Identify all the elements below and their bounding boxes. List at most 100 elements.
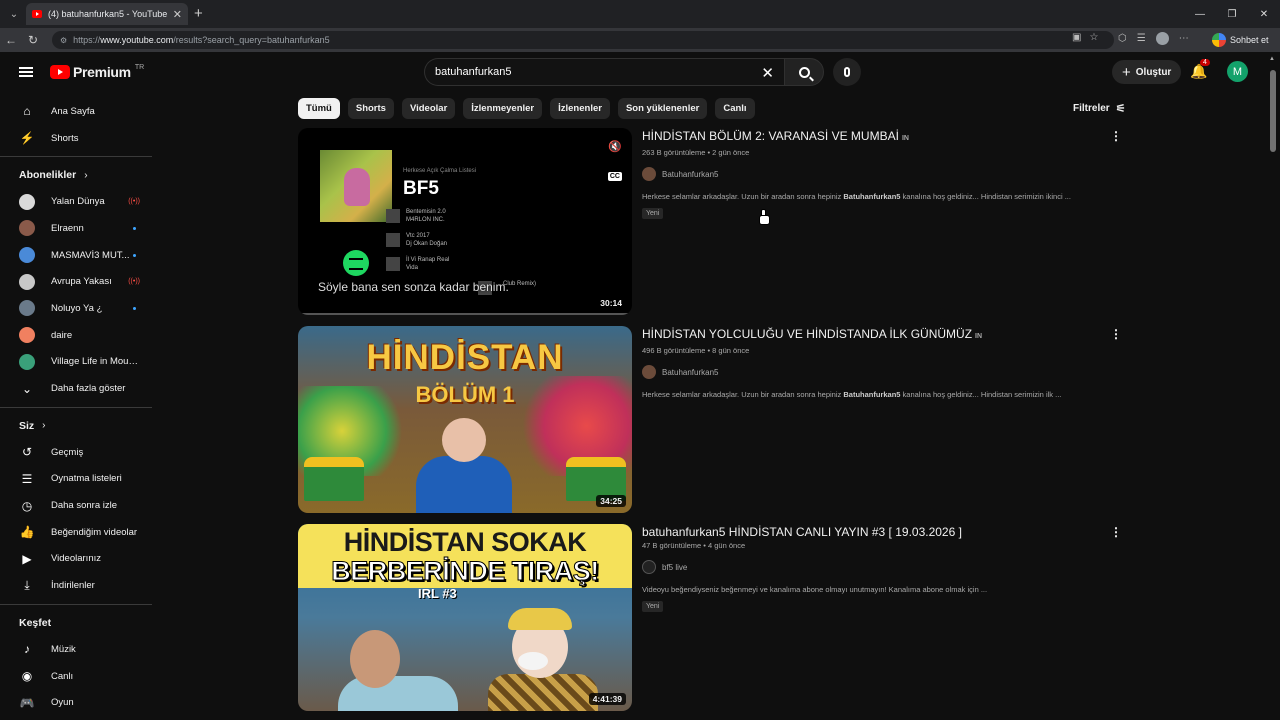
sidebar-sub-item[interactable]: MASMAVİ3 MUT... xyxy=(0,242,160,269)
chip-all[interactable]: Tümü xyxy=(298,98,340,119)
more-actions-icon[interactable]: ⋮ xyxy=(1110,327,1122,341)
spotify-icon xyxy=(343,250,369,276)
sidebar-item-home[interactable]: ⌂ Ana Sayfa xyxy=(0,98,160,125)
copilot-icon xyxy=(1212,33,1226,47)
sidebar-item-liked[interactable]: 👍 Beğendiğim videolar xyxy=(0,519,160,546)
chip-live[interactable]: Canlı xyxy=(715,98,755,119)
video-title-link[interactable]: HİNDİSTAN YOLCULUĞU VE HİNDİSTANDA İLK G… xyxy=(642,326,1112,345)
browser-tab[interactable]: (4) batuhanfurkan5 - YouTube ✕ xyxy=(26,3,188,25)
chip-unwatched[interactable]: İzlenmeyenler xyxy=(463,98,543,119)
chip-videos[interactable]: Videolar xyxy=(401,98,456,119)
mute-icon[interactable]: 🔇 xyxy=(608,140,622,153)
sidebar-sub-item[interactable]: Avrupa Yakası ((•)) xyxy=(0,268,160,295)
youtube-favicon-icon xyxy=(32,10,42,18)
description-highlight: Batuhanfurkan5 xyxy=(843,192,901,201)
filters-button[interactable]: Filtreler ⚟ xyxy=(1073,102,1126,115)
search-input[interactable]: batuhanfurkan5 ✕ xyxy=(424,58,784,86)
sidebar-sub-item[interactable]: Noluyo Ya ¿ xyxy=(0,295,160,322)
back-icon[interactable]: ← xyxy=(0,33,22,47)
copilot-chat-button[interactable]: Sohbet et xyxy=(1212,31,1269,49)
sidebar-item-watch-later[interactable]: ◷ Daha sonra izle xyxy=(0,492,160,519)
sidebar-sub-item[interactable]: Village Life in Moun... xyxy=(0,349,160,376)
menu-icon[interactable] xyxy=(19,67,33,77)
video-thumbnail[interactable]: Herkese Açık Çalma Listesi BF5 Bentemisi… xyxy=(298,128,632,315)
voice-search-button[interactable] xyxy=(833,58,861,86)
restore-icon[interactable]: ❐ xyxy=(1216,9,1248,20)
channel-link[interactable]: bf5 live xyxy=(642,560,1112,574)
account-avatar[interactable]: M xyxy=(1227,61,1248,82)
music-icon: ♪ xyxy=(24,642,30,657)
video-info: batuhanfurkan5 HİNDİSTAN CANLI YAYIN #3 … xyxy=(642,524,1112,613)
scroll-up-icon[interactable]: ▲ xyxy=(1269,56,1275,62)
sidebar-item-shorts[interactable]: ⚡ Shorts xyxy=(0,125,160,152)
you-header[interactable]: Siz › xyxy=(0,413,160,439)
sidebar-item-downloads[interactable]: ⤓ İndirilenler xyxy=(0,572,160,599)
sidebar-item-label: Beğendiğim videolar xyxy=(51,526,138,538)
chevron-right-icon: › xyxy=(42,420,46,432)
window-close-icon[interactable]: ✕ xyxy=(1248,9,1280,20)
divider xyxy=(0,406,152,408)
more-actions-icon[interactable]: ⋮ xyxy=(1110,525,1122,539)
profile-icon[interactable] xyxy=(1155,32,1169,45)
tab-close-icon[interactable]: ✕ xyxy=(173,8,182,21)
thumbnail-subtitle: BERBERİNDE TIRAŞ! xyxy=(331,556,600,587)
scrollbar-thumb[interactable] xyxy=(1270,70,1276,152)
sidebar-item-playlists[interactable]: ☰ Oynatma listeleri xyxy=(0,466,160,493)
sidebar-sub-item[interactable]: Elraenn xyxy=(0,215,160,242)
video-thumbnail[interactable]: HİNDİSTAN SOKAK BERBERİNDE TIRAŞ! IRL #3… xyxy=(298,524,632,711)
address-bar[interactable]: ⚙ https://www.youtube.com/results?search… xyxy=(52,31,1114,49)
more-menu-icon[interactable]: ⋯ xyxy=(1179,33,1189,44)
minimize-icon[interactable]: — xyxy=(1184,9,1216,20)
channel-link[interactable]: Batuhanfurkan5 xyxy=(642,167,1112,181)
sidebar-item-your-videos[interactable]: ▶ Videolarınız xyxy=(0,546,160,573)
bookmark-star-icon[interactable]: ☆ xyxy=(1089,32,1098,43)
channel-avatar xyxy=(19,247,35,264)
subscriptions-header[interactable]: Abonelikler › xyxy=(0,162,160,188)
sidebar-item-label: Videolarınız xyxy=(51,553,101,565)
youtube-logo[interactable]: Premium TR xyxy=(50,64,144,80)
tab-title: (4) batuhanfurkan5 - YouTube xyxy=(48,9,168,19)
gaming-icon: 🎮 xyxy=(19,695,35,710)
more-actions-icon[interactable]: ⋮ xyxy=(1110,129,1122,143)
sidebar-item-label: Noluyo Ya ¿ xyxy=(51,302,103,314)
sidebar-item-live[interactable]: ◉ Canlı xyxy=(0,663,160,690)
shorts-icon: ⚡ xyxy=(19,131,35,146)
thumbnail-tag: IRL #3 xyxy=(418,586,457,601)
video-title: HİNDİSTAN YOLCULUĞU VE HİNDİSTANDA İLK G… xyxy=(642,327,973,341)
video-thumbnail[interactable]: HİNDİSTAN BÖLÜM 1 34:25 xyxy=(298,326,632,513)
new-content-dot xyxy=(133,253,136,257)
channel-avatar xyxy=(19,327,35,344)
sidebar-item-music[interactable]: ♪ Müzik xyxy=(0,636,160,663)
channel-avatar xyxy=(19,220,35,237)
new-badge: Yeni xyxy=(642,208,664,219)
new-tab-icon[interactable]: + xyxy=(194,5,203,22)
favorites-icon[interactable]: ☰ xyxy=(1137,33,1146,44)
captions-icon[interactable]: CC xyxy=(607,172,622,181)
show-more-button[interactable]: ⌄ Daha fazla göster xyxy=(0,375,160,402)
video-title-link[interactable]: HİNDİSTAN BÖLÜM 2: VARANASİ VE MUMBAİ IN xyxy=(642,128,1112,147)
extensions-icon[interactable]: ⬡ xyxy=(1118,33,1127,44)
search-button[interactable] xyxy=(784,58,824,86)
clear-search-icon[interactable]: ✕ xyxy=(761,64,774,82)
guide-sidebar: ⌂ Ana Sayfa ⚡ Shorts Abonelikler › Yalan Dü… xyxy=(0,92,160,720)
chip-shorts[interactable]: Shorts xyxy=(347,98,394,119)
chip-watched[interactable]: İzlenenler xyxy=(550,98,610,119)
chip-recently-uploaded[interactable]: Son yüklenenler xyxy=(617,98,708,119)
new-content-dot xyxy=(133,306,136,310)
create-button[interactable]: + Oluştur xyxy=(1112,60,1182,84)
sidebar-sub-item[interactable]: daire xyxy=(0,322,160,349)
url-path: /results?search_query=batuhanfurkan5 xyxy=(173,35,330,45)
page-scrollbar[interactable]: ▲ xyxy=(1266,52,1280,720)
channel-link[interactable]: Batuhanfurkan5 xyxy=(642,365,1112,379)
video-title-link[interactable]: batuhanfurkan5 HİNDİSTAN CANLI YAYIN #3 … xyxy=(642,524,1112,540)
tab-search-icon[interactable]: ⌄ xyxy=(6,6,22,22)
site-info-icon[interactable]: ⚙ xyxy=(60,36,67,45)
install-app-icon[interactable]: ▣ xyxy=(1072,32,1081,43)
reload-icon[interactable]: ↻ xyxy=(22,33,44,47)
search-value: batuhanfurkan5 xyxy=(435,66,512,78)
sliders-icon: ⚟ xyxy=(1115,103,1126,115)
sidebar-item-gaming[interactable]: 🎮 Oyun xyxy=(0,689,160,716)
sidebar-sub-item[interactable]: Yalan Dünya ((•)) xyxy=(0,188,160,215)
sidebar-item-history[interactable]: ↺ Geçmiş xyxy=(0,439,160,466)
notifications-button[interactable]: 🔔 4 xyxy=(1190,59,1210,80)
